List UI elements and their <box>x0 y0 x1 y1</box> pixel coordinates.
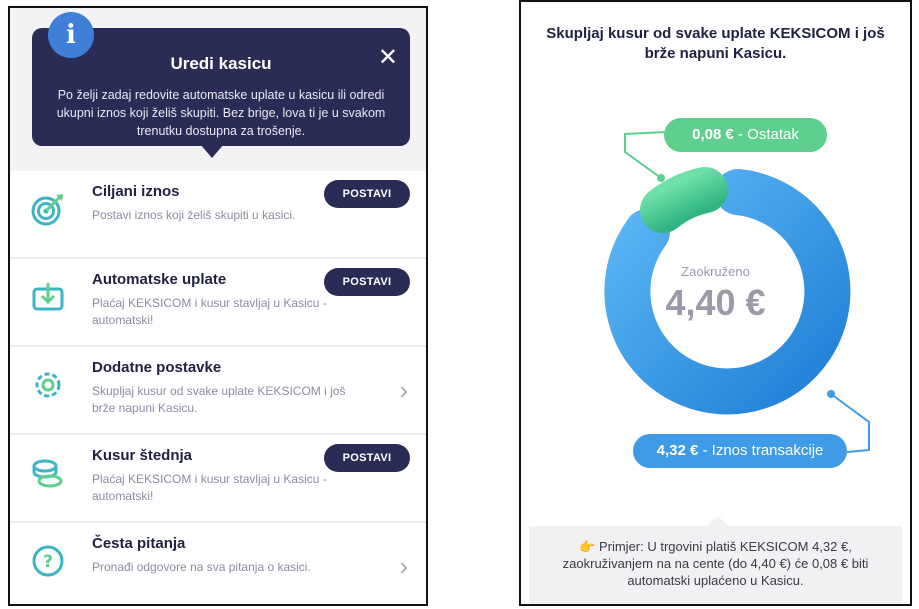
chevron-right-icon: › <box>399 551 408 581</box>
list-item-faq[interactable]: ? Česta pitanja Pronađi odgovore na sva … <box>10 523 426 604</box>
pointing-hand-icon: 👉 <box>579 539 596 554</box>
example-pointer <box>707 516 729 526</box>
item-description: Skupljaj kusur od svake uplate KEKSICOM … <box>92 384 346 415</box>
item-title: Ciljani iznos <box>92 183 180 200</box>
remainder-label: - Ostatak <box>738 126 799 143</box>
remainder-value: 0,08 € <box>692 126 734 143</box>
close-icon[interactable]: ✕ <box>378 46 398 70</box>
item-title: Česta pitanja <box>92 535 186 552</box>
amount-value: 4,32 € <box>656 442 699 459</box>
tooltip-title: Uredi kasicu <box>170 54 272 73</box>
transaction-amount-tag: 4,32 € - Iznos transakcije <box>633 434 847 468</box>
list-item-change-savings[interactable]: Kusur štednja Plaćaj KEKSICOM i kusur st… <box>10 435 426 523</box>
remainder-connector <box>624 131 667 179</box>
amount-label: - Iznos transakcije <box>702 442 824 459</box>
example-text: Primjer: U trgovini platiš KEKSICOM 4,32… <box>562 539 869 588</box>
item-description: Postavi iznos koji želiš skupiti u kasic… <box>92 208 296 222</box>
right-phone-screen: Skupljaj kusur od svake uplate KEKSICOM … <box>519 0 912 606</box>
tooltip-text: Po želji zadaj redovite automatske uplat… <box>56 88 386 138</box>
item-description: Plaćaj KEKSICOM i kusur stavljaj u Kasic… <box>92 296 327 327</box>
item-title: Automatske uplate <box>92 271 227 288</box>
remainder-tag: 0,08 € - Ostatak <box>664 118 827 152</box>
rounded-value: 4,40 € <box>665 282 766 323</box>
chevron-right-icon: › <box>399 375 408 405</box>
example-box: 👉 Primjer: U trgovini platiš KEKSICOM 4,… <box>529 516 902 604</box>
set-automatic-payments-button[interactable]: POSTAVI <box>324 268 410 296</box>
info-icon: i <box>48 12 94 58</box>
item-title: Dodatne postavke <box>92 359 222 376</box>
set-change-savings-button[interactable]: POSTAVI <box>324 444 410 472</box>
target-icon <box>31 194 63 226</box>
list-item-automatic-payments[interactable]: Automatske uplate Plaćaj KEKSICOM i kusu… <box>10 259 426 347</box>
settings-list: Ciljani iznos Postavi iznos koji želiš s… <box>10 171 426 604</box>
remainder-segment <box>640 167 728 233</box>
left-phone-screen: Uredi kasicu ✕ Po želji zadaj redovite a… <box>8 6 428 606</box>
item-description: Plaćaj KEKSICOM i kusur stavljaj u Kasic… <box>92 472 327 503</box>
question-icon: ? <box>32 545 64 577</box>
deposit-icon <box>32 283 64 311</box>
tooltip-pointer <box>200 144 224 158</box>
rounded-label: Zaokruženo <box>681 264 750 279</box>
item-description: Pronađi odgovore na sva pitanja o kasici… <box>92 560 311 574</box>
svg-text:?: ? <box>43 552 53 572</box>
coins-icon <box>32 459 63 488</box>
list-item-additional-settings[interactable]: Dodatne postavke Skupljaj kusur od svake… <box>10 347 426 435</box>
set-target-button[interactable]: POSTAVI <box>324 180 410 208</box>
list-item-target-amount[interactable]: Ciljani iznos Postavi iznos koji želiš s… <box>10 171 426 259</box>
gear-icon <box>35 372 61 398</box>
item-title: Kusur štednja <box>92 447 193 464</box>
